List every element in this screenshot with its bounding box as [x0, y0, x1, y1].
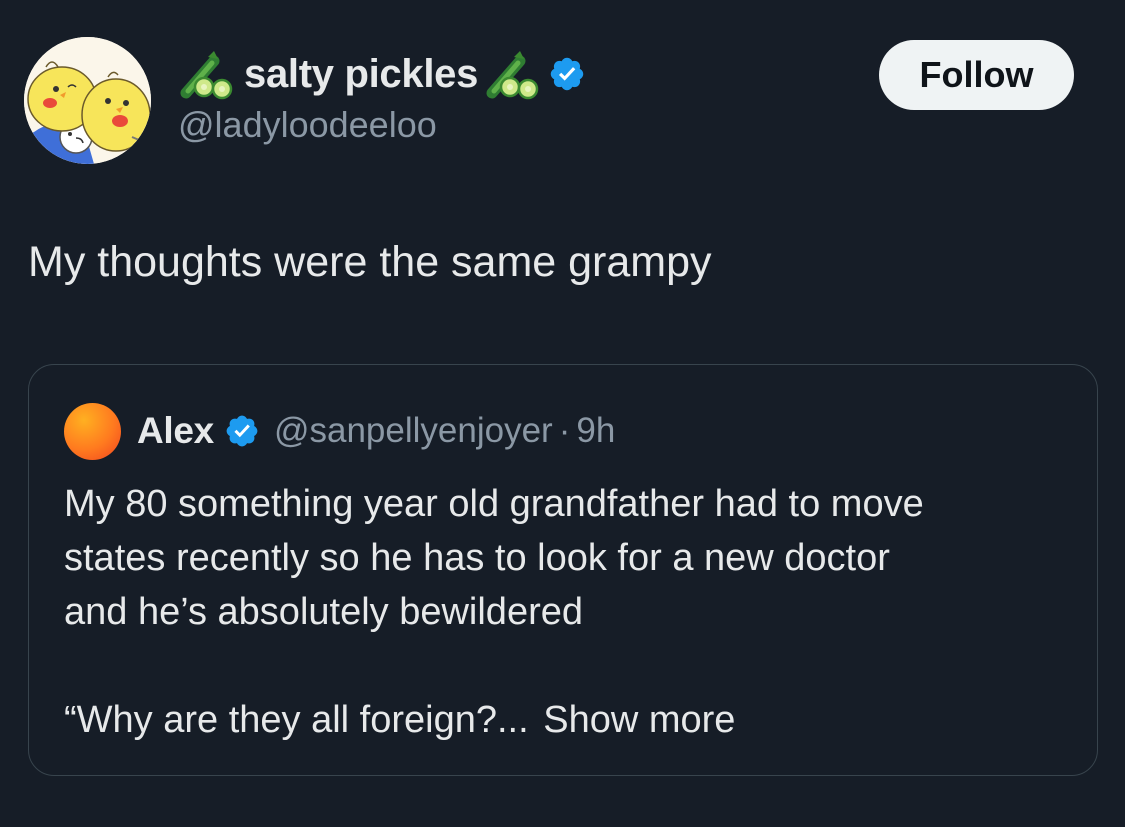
quoted-tweet-line: My 80 something year old grandfather had… [64, 483, 924, 525]
quoted-author-handle[interactable]: @sanpellyenjoyer [274, 411, 553, 451]
quoted-tweet-line: and he’s absolutely bewildered [64, 591, 583, 633]
cucumber-icon [178, 47, 238, 101]
quoted-tweet-timestamp[interactable]: 9h [576, 411, 615, 451]
author-avatar[interactable] [24, 37, 151, 164]
author-display-name[interactable]: salty pickles [244, 52, 478, 97]
quoted-tweet-line: states recently so he has to look for a … [64, 537, 890, 579]
tweet-page: salty pickles @ladyloodeeloo Follow My t… [0, 0, 1125, 827]
tweet-text: My thoughts were the same grampy [28, 238, 712, 286]
quoted-tweet-body: My 80 something year old grandfather had… [64, 477, 1074, 747]
follow-button[interactable]: Follow [879, 40, 1074, 110]
avatar-illustration [24, 37, 151, 164]
show-more-link[interactable]: Show more [543, 699, 735, 741]
quoted-tweet-card[interactable]: Alex @sanpellyenjoyer · 9h My 80 somethi… [28, 364, 1098, 776]
cucumber-icon [484, 47, 544, 101]
verified-badge-icon [224, 413, 260, 449]
quoted-tweet-truncated-line: “Why are they all foreign?... Show more [64, 693, 1074, 747]
quoted-author-avatar[interactable] [64, 402, 121, 460]
verified-badge-icon[interactable] [548, 55, 586, 93]
author-name-row[interactable]: salty pickles [178, 46, 586, 102]
author-handle[interactable]: @ladyloodeeloo [178, 104, 437, 146]
quoted-author-name[interactable]: Alex [137, 410, 214, 452]
quoted-tweet-header: Alex @sanpellyenjoyer · 9h [64, 402, 615, 460]
quoted-tweet-truncated-text: “Why are they all foreign?... [64, 699, 529, 741]
separator-dot: · [558, 411, 571, 450]
